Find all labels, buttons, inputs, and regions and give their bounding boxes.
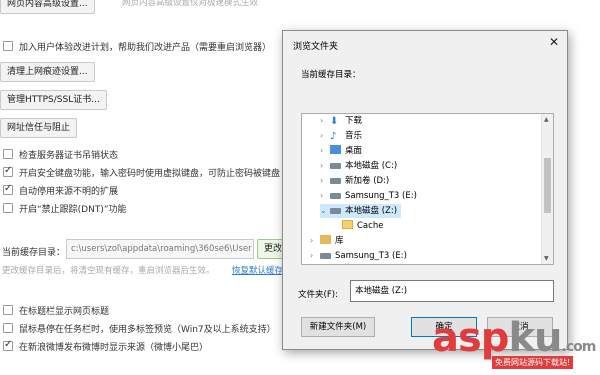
tree-item-drive-e-2[interactable]: › Samsung_T3 (E:) <box>310 249 407 263</box>
secure-keyboard-label: 开启安全键盘功能，输入密码时使用虚拟键盘，可防止密码被键盘 <box>19 169 281 179</box>
tree-item-drive-d[interactable]: › 新加卷 (D:) <box>320 174 389 188</box>
tree-item-drive-c[interactable]: › 本地磁盘 (C:) <box>320 159 397 173</box>
folder-field-label: 文件夹(F): <box>298 290 338 300</box>
drive-icon <box>330 178 341 184</box>
weibo-source-label: 在新浪微博发布微博时显示来源（微博小尾巴） <box>19 343 209 353</box>
improve-label: 加入用户体验改进计划，帮助我们改进产品（需要重启浏览器） <box>19 43 272 53</box>
scroll-down-icon[interactable]: ▼ <box>544 255 549 262</box>
tree-item-network[interactable]: ›网络 <box>310 262 352 264</box>
library-icon <box>320 235 331 244</box>
tab-title-label: 在标题栏显示网页标题 <box>19 307 110 317</box>
dnt-label: 开启“禁止跟踪(DNT)”功能 <box>19 205 127 215</box>
scroll-up-icon[interactable]: ▲ <box>544 116 549 123</box>
revocation-label: 检查服务器证书吊销状态 <box>19 151 119 161</box>
cache-dir-label: 当前缓存目录： <box>2 248 66 258</box>
tab-title-checkbox[interactable] <box>3 305 13 315</box>
folder-field[interactable]: 本地磁盘 (Z:) <box>350 280 554 302</box>
folder-tree[interactable]: › ⬇ 下载 › ♪ 音乐 › 桌面 › 本地磁盘 (C:) › 新加卷 (D:) › Sams… <box>301 113 554 265</box>
url-trust-button[interactable]: 网址信任与阻止 <box>0 118 78 138</box>
folder-icon <box>342 220 353 229</box>
restore-cache-link[interactable]: 恢复默认缓存 <box>232 264 282 276</box>
download-icon: ⬇ <box>330 116 339 127</box>
secure-keyboard-checkbox[interactable] <box>3 165 13 177</box>
revocation-checkbox[interactable] <box>3 149 13 159</box>
tree-item-libraries[interactable]: › 库 <box>310 234 344 248</box>
tree-item-drive-e[interactable]: › Samsung_T3 (E:) <box>320 189 417 203</box>
drive-icon <box>330 163 341 169</box>
drive-icon <box>330 208 341 214</box>
weibo-source-checkbox[interactable] <box>3 339 13 351</box>
desktop-icon <box>330 145 341 154</box>
auto-disable-ext-label: 自动停用来源不明的扩展 <box>19 187 119 197</box>
drive-icon <box>320 253 331 259</box>
new-folder-button[interactable]: 新建文件夹(M) <box>301 317 375 337</box>
music-icon: ♪ <box>330 131 337 142</box>
close-icon[interactable]: ✕ <box>549 35 559 49</box>
browse-folder-dialog: 浏览文件夹 ✕ 当前缓存目录： › ⬇ 下载 › ♪ 音乐 › 桌面 › 本地磁盘 (C:)… <box>282 30 568 350</box>
auto-disable-ext-checkbox[interactable] <box>3 183 13 195</box>
manage-certs-button[interactable]: 管理HTTPS/SSL证书... <box>0 90 107 110</box>
tree-item-desktop[interactable]: › 桌面 <box>320 144 362 158</box>
tree-item-music[interactable]: › ♪ 音乐 <box>320 129 362 143</box>
dialog-prompt: 当前缓存目录： <box>301 70 361 80</box>
cache-note: 更改缓存目录后，将清空现有缓存，重启浏览器后生效。 <box>2 266 215 276</box>
watermark-subtitle: 免费网站源码下载站! <box>492 356 574 369</box>
tree-item-drive-z[interactable]: ⌄ 本地磁盘 (Z:) <box>320 204 402 218</box>
scroll-thumb[interactable] <box>544 158 551 213</box>
drive-icon <box>330 193 341 199</box>
dnt-checkbox[interactable] <box>3 203 13 213</box>
tree-scrollbar[interactable]: ▲ ▼ <box>541 114 553 264</box>
taskbar-preview-label: 鼠标悬停在任务栏时，使用多标签预览（Win7及以上系统支持） <box>19 325 276 335</box>
cache-path-input[interactable]: c:\users\zol\appdata\roaming\360se6\User <box>66 239 254 259</box>
tree-item-downloads[interactable]: › ⬇ 下载 <box>320 114 362 128</box>
improve-checkbox[interactable] <box>3 41 13 51</box>
clear-traces-button[interactable]: 清理上网痕迹设置... <box>0 62 95 82</box>
web-content-advanced-button[interactable]: 网页内容高级设置... <box>0 0 95 14</box>
dialog-title: 浏览文件夹 <box>293 42 339 52</box>
tree-item-cache[interactable]: Cache <box>342 219 383 233</box>
web-content-note: 网页内容高级设置仅对极速模式生效 <box>122 0 259 8</box>
taskbar-preview-checkbox[interactable] <box>3 323 13 333</box>
